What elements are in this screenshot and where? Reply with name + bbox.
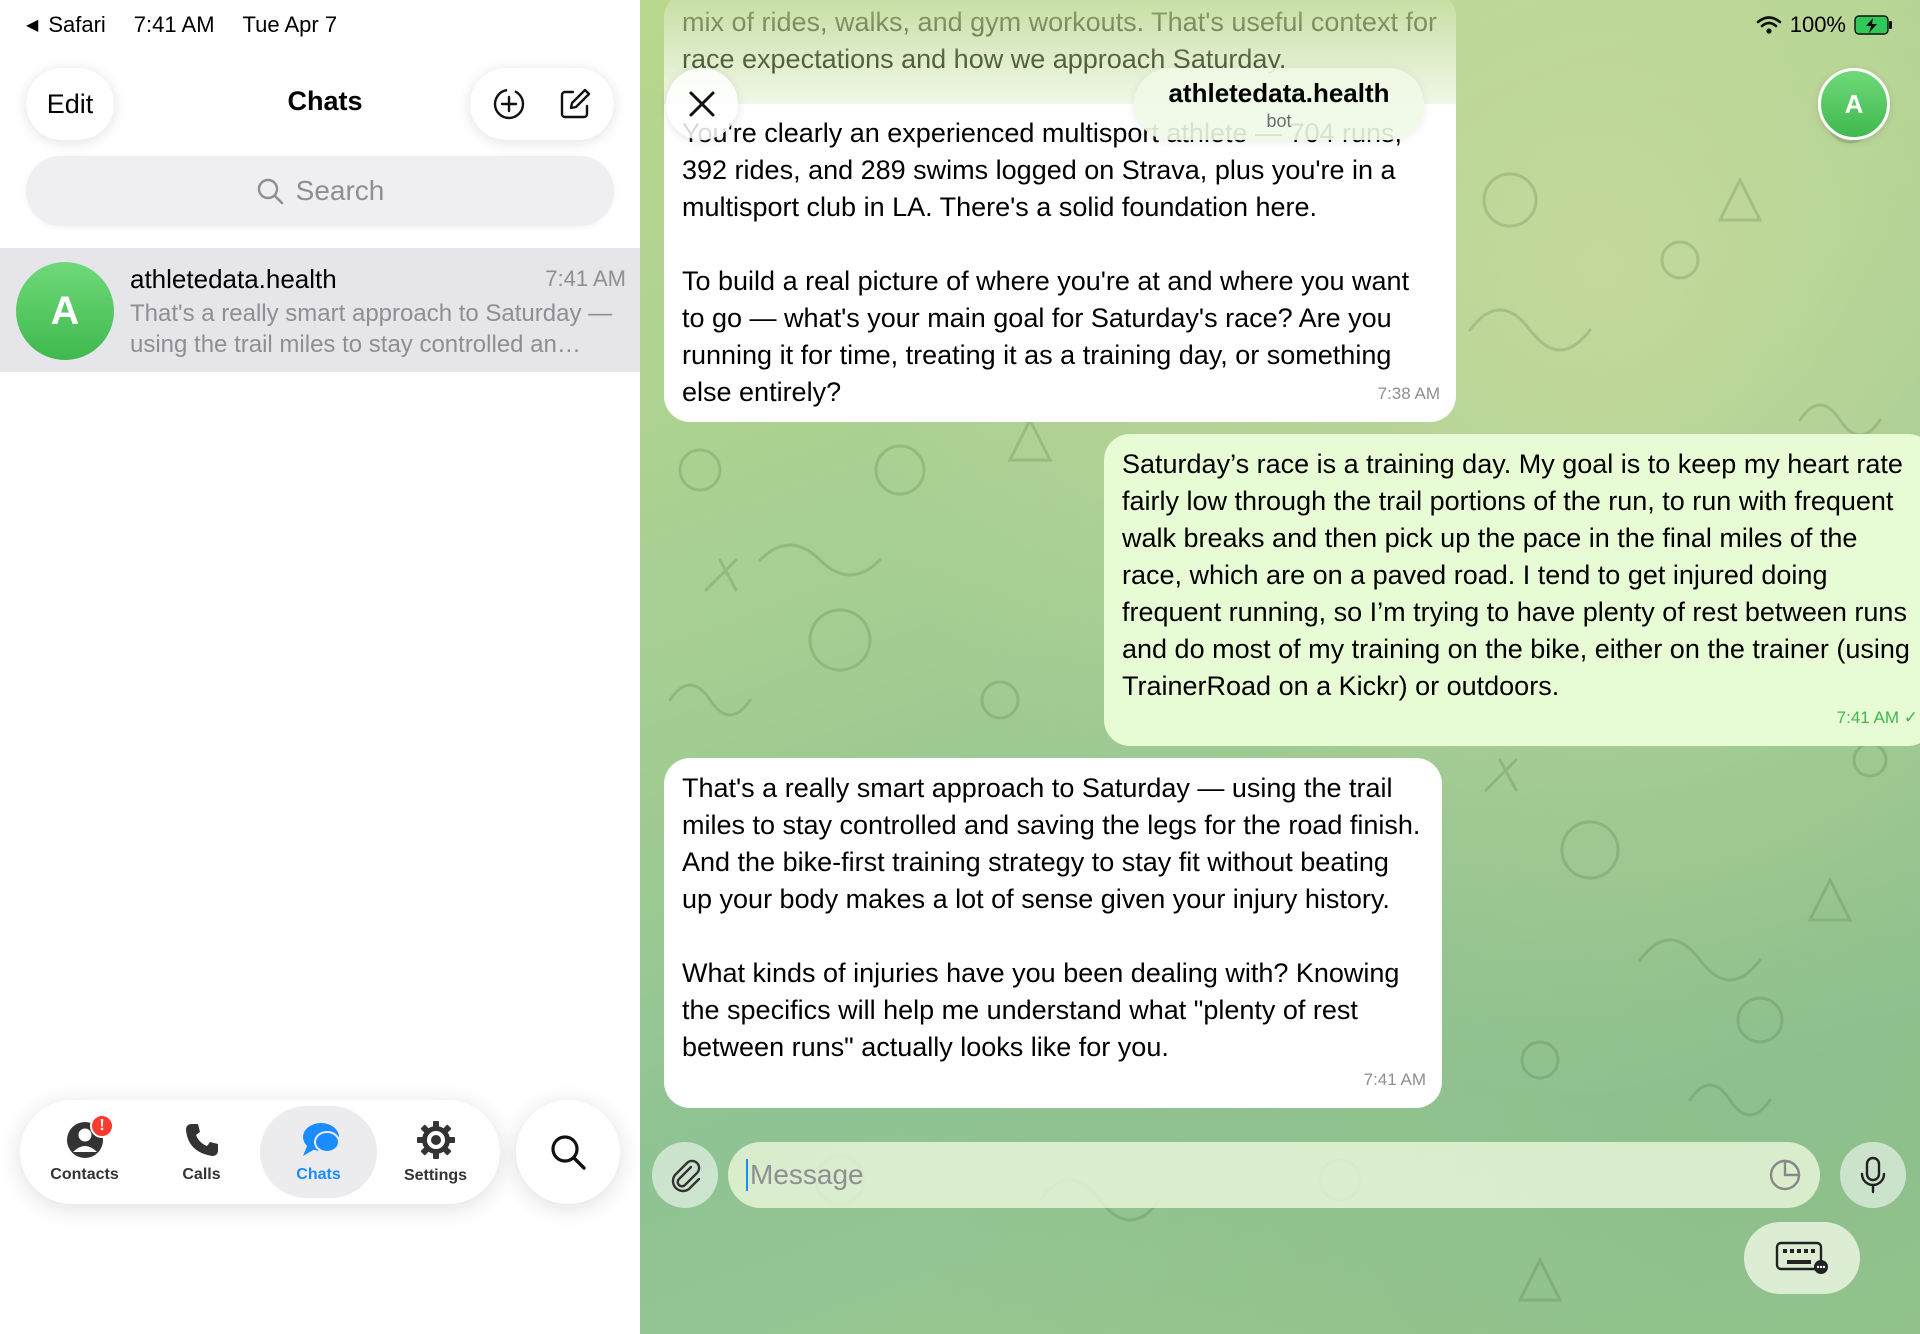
avatar: A [16, 262, 114, 360]
tab-calls[interactable]: Calls [143, 1106, 260, 1198]
chat-list-item[interactable]: A athletedata.health 7:41 AM That's a re… [0, 248, 640, 372]
tab-bar: ! Contacts Calls Chats Settings [20, 1100, 500, 1204]
tab-label: Settings [403, 1167, 468, 1184]
conversation-subtitle: bot [1266, 111, 1292, 131]
tab-label: Chats [296, 1166, 341, 1183]
battery-percent: 100% [1789, 12, 1846, 37]
message-bubble-incoming[interactable]: That's a really smart approach to Saturd… [664, 758, 1442, 1108]
top-actions-group [470, 68, 614, 140]
chat-preview: That's a really smart approach to Saturd… [130, 300, 613, 358]
close-icon [689, 91, 715, 117]
wifi-icon [1756, 16, 1782, 34]
chat-name: athletedata.health [130, 264, 337, 294]
close-button[interactable] [666, 68, 738, 140]
chat-time: 7:41 AM [545, 266, 626, 291]
back-arrow-icon[interactable]: ◀ [26, 15, 38, 35]
gear-icon [416, 1121, 455, 1159]
paperclip-icon [671, 1159, 701, 1193]
voice-message-button[interactable] [1840, 1142, 1906, 1208]
tab-label: Calls [182, 1166, 221, 1183]
message-placeholder: Message [750, 1159, 864, 1190]
message-text: Saturday’s race is a training day. My go… [1122, 449, 1910, 701]
keyboard-icon [1775, 1241, 1828, 1274]
notification-badge: ! [90, 1114, 114, 1138]
message-bubble-incoming[interactable]: mix of rides, walks, and gym workouts. T… [664, 0, 1456, 422]
new-story-button[interactable] [491, 86, 527, 122]
message-input[interactable]: Message [728, 1142, 1820, 1208]
tab-label: Contacts [50, 1166, 119, 1183]
conversation-pane: 100% mix of rides, walks, and gym workou… [640, 0, 1920, 1334]
text-caret [746, 1159, 748, 1191]
chat-bubbles-icon [302, 1123, 340, 1156]
conversation-name: athletedata.health [1168, 78, 1390, 108]
message-time: 7:41 AM [1836, 708, 1900, 727]
message-status: 7:41 AM ✓ [1837, 699, 1918, 736]
message-time: 7:41 AM [1363, 1070, 1426, 1089]
sticker-icon[interactable] [1768, 1158, 1802, 1192]
message-time: 7:38 AM [1377, 384, 1440, 403]
status-bar-left: ◀ Safari 7:41 AM Tue Apr 7 [26, 12, 337, 38]
phone-icon [185, 1124, 218, 1156]
attach-button[interactable] [652, 1142, 718, 1208]
global-search-button[interactable] [516, 1100, 620, 1204]
search-icon [551, 1135, 586, 1170]
search-icon [257, 178, 283, 205]
tab-contacts[interactable]: ! Contacts [26, 1106, 143, 1198]
message-bubble-outgoing[interactable]: Saturday’s race is a training day. My go… [1104, 434, 1920, 746]
status-bar-right: 100% [1756, 12, 1894, 38]
tab-settings[interactable]: Settings [377, 1106, 494, 1198]
avatar[interactable]: A [1818, 68, 1890, 140]
status-date: Tue Apr 7 [242, 12, 338, 37]
add-circle-dashed-icon [493, 88, 525, 120]
chat-list-pane: ◀ Safari 7:41 AM Tue Apr 7 Edit Chats Se… [0, 0, 640, 1334]
tab-chats[interactable]: Chats [260, 1106, 377, 1198]
message-text: That's a really smart approach to Saturd… [682, 773, 1421, 1062]
conversation-title[interactable]: athletedata.health bot [1134, 68, 1424, 140]
compose-icon [560, 88, 591, 119]
keyboard-toggle-button[interactable] [1744, 1222, 1860, 1294]
search-placeholder: Search [295, 175, 385, 206]
read-check-icon: ✓ [1903, 708, 1918, 727]
search-input[interactable]: Search [26, 156, 614, 226]
battery-charging-icon [1854, 15, 1892, 35]
compose-button[interactable] [557, 86, 593, 122]
back-app-label[interactable]: Safari [48, 12, 105, 38]
status-time: 7:41 AM [133, 12, 215, 37]
microphone-icon [1860, 1156, 1886, 1194]
